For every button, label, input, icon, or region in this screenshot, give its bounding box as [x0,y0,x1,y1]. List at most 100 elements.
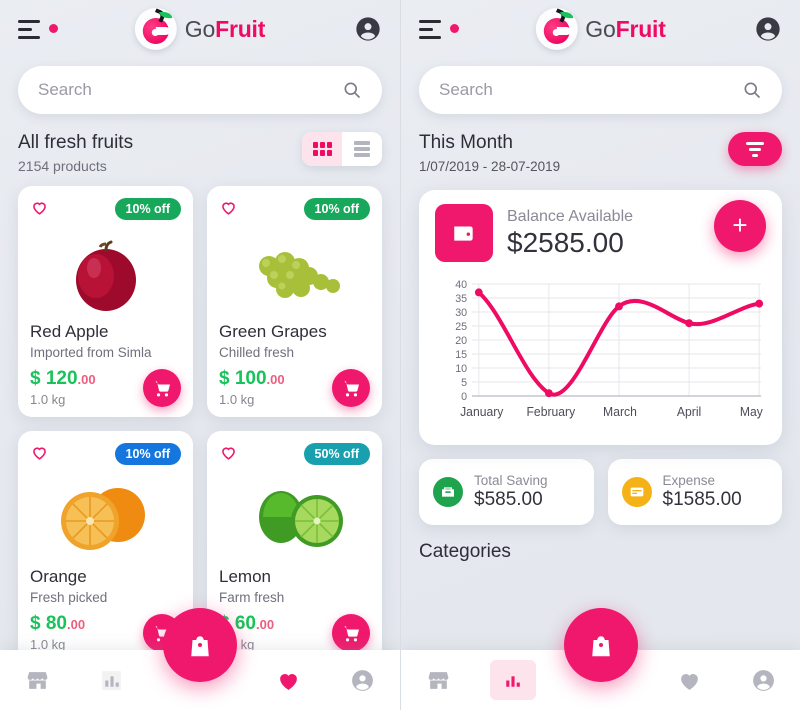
price-cents: .00 [255,617,275,632]
summary-label: Expense [662,473,716,488]
price-main: $ 120 [30,368,78,389]
wallet-icon [435,204,493,262]
heart-outline-icon[interactable] [219,443,238,467]
svg-text:April: April [677,405,701,419]
balance-label: Balance Available [507,207,634,225]
heart-outline-icon[interactable] [219,198,238,222]
brand-fruit-text: Fruit [215,15,266,42]
product-desc: Fresh picked [30,590,108,605]
product-price: $ 100.00 [219,368,285,390]
add-transaction-button[interactable]: + [714,200,766,252]
product-card[interactable]: 10% off Red Apple Imported from Simla $ … [18,186,193,417]
list-view-button[interactable] [342,132,382,166]
svg-text:0: 0 [461,391,467,403]
price-cents: .00 [77,372,96,387]
grid-view-button[interactable] [302,132,342,166]
right-topbar: GoFruit [401,0,800,58]
product-name: Green Grapes [219,322,327,341]
product-image-red-apple [30,228,181,316]
credit-card-icon [621,477,652,507]
summary-value: $1585.00 [662,489,742,510]
section-header-this-month: This Month 1/07/2019 - 28-07-2019 [419,132,782,174]
page-title: All fresh fruits [18,132,134,153]
list-icon [354,141,370,157]
product-desc: Imported from Simla [30,345,152,360]
svg-text:35: 35 [455,293,467,305]
app-stage: GoFruit All fresh fruits 2154 products [0,0,800,710]
add-to-cart-button[interactable] [143,369,181,407]
brand-fruit-text: Fruit [615,15,666,42]
balance-line-chart: 40 35 30 25 20 15 10 5 0 January Februar… [435,274,766,429]
nav-profile-button[interactable] [741,660,787,700]
account-circle-icon[interactable] [754,15,782,43]
left-topbar: GoFruit [0,0,400,58]
svg-text:40: 40 [455,279,467,291]
search-icon [342,80,362,100]
product-weight: 1.0 kg [30,392,66,407]
svg-text:May: May [740,405,764,419]
search-bar[interactable] [18,66,382,114]
account-circle-icon[interactable] [354,15,382,43]
nav-favorites-button[interactable] [265,660,311,700]
shopping-bag-fab[interactable] [563,608,638,682]
svg-text:March: March [603,405,637,419]
shopping-bag-fab[interactable] [163,608,237,682]
svg-text:February: February [527,405,576,419]
product-name: Red Apple [30,322,109,341]
product-card[interactable]: 50% off Lemon Farm fresh $ 60.00 kg [207,431,382,662]
svg-text:30: 30 [455,307,467,319]
nav-store-button[interactable] [415,660,461,700]
product-image-orange [30,473,181,561]
menu-notification-dot [450,24,459,33]
gofruit-logo-icon [535,8,578,50]
search-icon [742,80,762,100]
brand-logo: GoFruit [134,8,266,50]
summary-value: $585.00 [474,489,543,510]
menu-notification-dot [49,24,58,33]
product-weight: 1.0 kg [219,392,255,407]
product-card[interactable]: 10% off Green Grapes Chilled fresh $ 100… [207,186,382,417]
svg-text:January: January [460,405,504,419]
view-toggle[interactable] [302,132,382,166]
search-bar[interactable] [419,66,782,114]
expense-card[interactable]: Expense $1585.00 [607,459,782,525]
svg-text:25: 25 [455,321,467,333]
gofruit-logo-icon [134,8,177,50]
savings-icon [433,477,463,507]
brand-logo: GoFruit [535,8,666,50]
balance-card: Balance Available $2585.00 + 40 35 30 25… [419,190,782,445]
filter-button[interactable] [728,132,782,166]
product-grid: 10% off Red Apple Imported from Simla $ … [18,186,382,662]
hamburger-menu-icon[interactable] [18,16,58,42]
nav-favorites-button[interactable] [666,660,712,700]
svg-text:10: 10 [455,363,467,375]
search-input[interactable] [439,80,742,100]
nav-stats-button[interactable] [89,660,135,700]
price-cents: .00 [66,617,86,632]
product-image-lemon [219,473,370,561]
product-desc: Farm fresh [219,590,285,605]
svg-text:5: 5 [461,377,467,389]
total-saving-card[interactable]: Total Saving $585.00 [419,459,594,525]
price-cents: .00 [266,372,285,387]
add-to-cart-button[interactable] [332,614,370,652]
filter-icon [746,141,764,157]
heart-outline-icon[interactable] [30,198,49,222]
product-desc: Chilled fresh [219,345,295,360]
hamburger-menu-icon[interactable] [419,16,459,42]
add-to-cart-button[interactable] [332,369,370,407]
nav-profile-button[interactable] [340,660,386,700]
product-count: 2154 products [18,158,107,174]
plus-icon: + [732,209,748,240]
nav-store-button[interactable] [14,660,60,700]
search-input[interactable] [38,80,342,100]
heart-outline-icon[interactable] [30,443,49,467]
discount-badge: 50% off [303,443,370,465]
brand-text: GoFruit [585,15,666,43]
chart-x-tick-labels: January February March April May [460,405,764,419]
discount-badge: 10% off [303,198,370,220]
left-panel-shop: GoFruit All fresh fruits 2154 products [0,0,400,710]
nav-stats-button[interactable] [489,660,536,700]
product-price: $ 120.00 [30,368,96,390]
product-name: Lemon [219,567,271,586]
